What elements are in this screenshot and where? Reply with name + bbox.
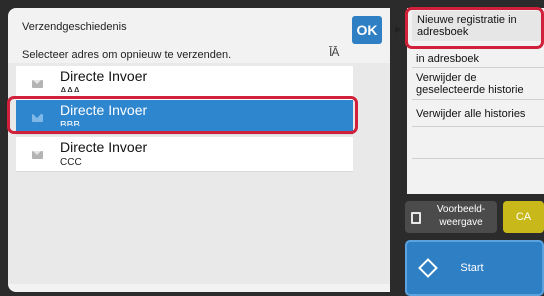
envelope-icon xyxy=(32,151,43,159)
page-title: Verzendgeschiedenis xyxy=(22,21,127,33)
history-row-name: Directe Invoer xyxy=(60,139,148,155)
envelope-icon xyxy=(32,80,43,88)
menu-item-partial[interactable]: in adresboek xyxy=(416,53,544,65)
preview-icon xyxy=(411,212,421,224)
sort-icon[interactable]: ĪĀ xyxy=(329,45,339,59)
history-row-address: AAA xyxy=(60,86,81,92)
menu-item-delete-all[interactable]: Verwijder alle histories xyxy=(416,108,544,120)
menu-divider xyxy=(412,99,544,100)
ca-button[interactable]: CA xyxy=(503,201,544,233)
preview-button[interactable]: Voorbeeld-weergave xyxy=(405,201,497,233)
history-row-address: CCC xyxy=(60,157,82,168)
ok-button[interactable]: OK xyxy=(352,16,382,44)
history-row-name: Directe Invoer xyxy=(60,68,148,84)
menu-divider xyxy=(412,67,544,68)
list-scrollbar[interactable] xyxy=(359,63,382,284)
menu-divider xyxy=(412,126,544,127)
menu-divider xyxy=(412,158,544,159)
history-row[interactable]: Directe Invoer CCC xyxy=(16,137,353,172)
menu-highlight xyxy=(405,7,544,49)
selection-highlight xyxy=(7,96,358,134)
start-button-label: Start xyxy=(460,262,484,274)
start-button[interactable]: Start xyxy=(405,240,544,296)
preview-button-label: Voorbeeld-weergave xyxy=(436,204,486,228)
menu-item-delete-selected[interactable]: Verwijder de geselecteerde historie xyxy=(416,72,544,96)
instruction-text: Selecteer adres om opnieuw te verzenden. xyxy=(22,49,232,61)
